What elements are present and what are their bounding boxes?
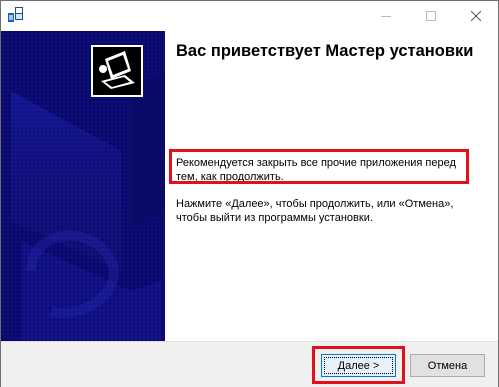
title-bar[interactable] <box>1 1 498 31</box>
wizard-title: Вас приветствует Мастер установки <box>176 42 474 60</box>
installer-app-icon[interactable] <box>7 6 24 23</box>
next-button-highlight <box>312 346 405 384</box>
maximize-button[interactable] <box>408 1 453 31</box>
minimize-button[interactable] <box>363 1 408 31</box>
close-button[interactable] <box>453 1 498 31</box>
wizard-banner-image <box>1 31 165 341</box>
maximize-icon <box>425 11 436 21</box>
cancel-button-label: Отмена <box>427 359 468 372</box>
cancel-button[interactable]: Отмена <box>410 354 485 377</box>
installer-window: Вас приветствует Мастер установки Рекоме… <box>0 0 499 387</box>
minimize-icon <box>380 11 391 21</box>
instruction-text: Нажмите «Далее», чтобы продолжить, или «… <box>176 198 454 224</box>
close-icon <box>470 11 481 21</box>
recommendation-highlight <box>169 149 469 184</box>
setup-computer-icon <box>91 45 143 97</box>
